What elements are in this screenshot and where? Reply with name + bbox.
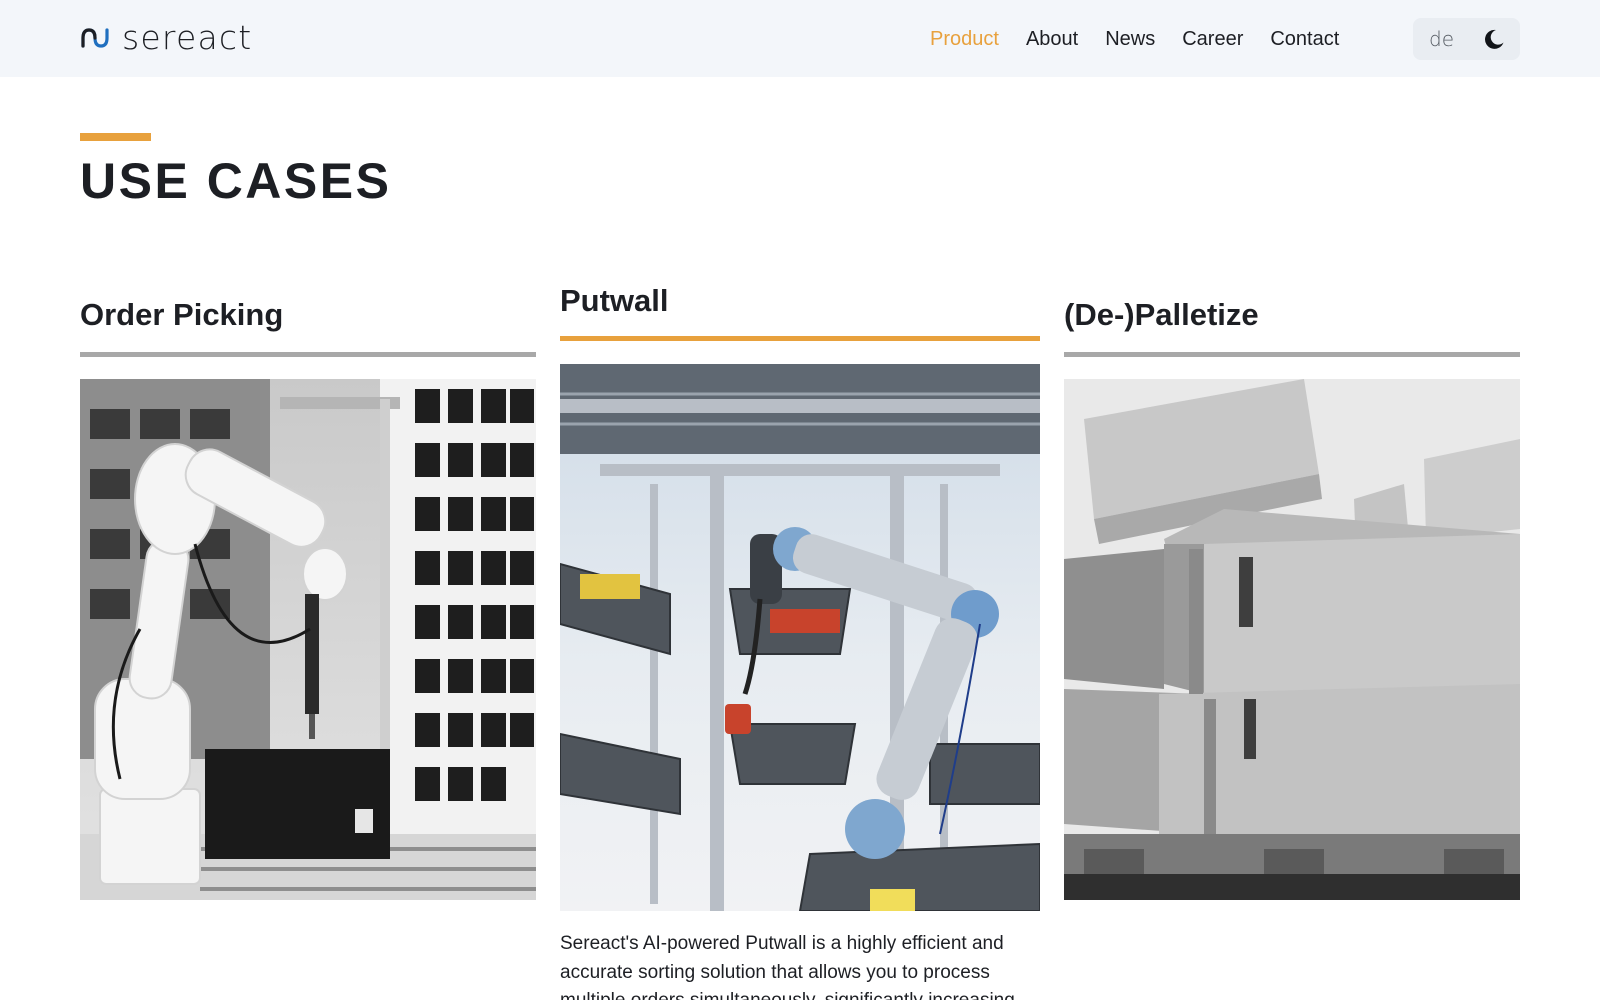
boxes-on-pallet-photo[interactable] bbox=[1064, 379, 1520, 900]
robot-arm-putwall-photo[interactable] bbox=[560, 364, 1040, 911]
nav-about[interactable]: About bbox=[1026, 26, 1078, 52]
use-case-description: Sereact's AI-powered Putwall is a highly… bbox=[560, 933, 1015, 1000]
use-case-card-putwall[interactable]: Putwall bbox=[560, 282, 1040, 341]
use-case-card-order-picking[interactable]: Order Picking bbox=[80, 296, 536, 357]
logo-mark-icon bbox=[81, 28, 109, 48]
nav-news[interactable]: News bbox=[1105, 26, 1155, 52]
section-accent-bar bbox=[80, 133, 151, 141]
use-case-card-palletize[interactable]: (De-)Palletize bbox=[1064, 296, 1520, 357]
robot-arm-picking-photo[interactable] bbox=[80, 379, 536, 900]
logo-text: sereact bbox=[122, 18, 253, 57]
use-case-underline bbox=[1064, 352, 1520, 357]
use-case-underline bbox=[80, 352, 536, 357]
nav-product[interactable]: Product bbox=[930, 26, 999, 52]
header-controls: de bbox=[1413, 18, 1520, 60]
language-switch[interactable]: de bbox=[1429, 27, 1454, 51]
nav-career[interactable]: Career bbox=[1182, 26, 1243, 52]
moon-icon[interactable] bbox=[1483, 28, 1505, 50]
sereact-logo[interactable]: sereact bbox=[80, 20, 252, 56]
use-case-title: Putwall bbox=[560, 283, 669, 318]
main-nav: Product About News Career Contact bbox=[930, 26, 1339, 52]
site-header: sereact Product About News Career Contac… bbox=[0, 0, 1600, 77]
use-case-title: Order Picking bbox=[80, 297, 284, 332]
use-case-title: (De-)Palletize bbox=[1064, 297, 1259, 332]
use-case-underline-active bbox=[560, 336, 1040, 341]
page-title: USE CASES bbox=[80, 153, 392, 209]
nav-contact[interactable]: Contact bbox=[1270, 26, 1339, 52]
